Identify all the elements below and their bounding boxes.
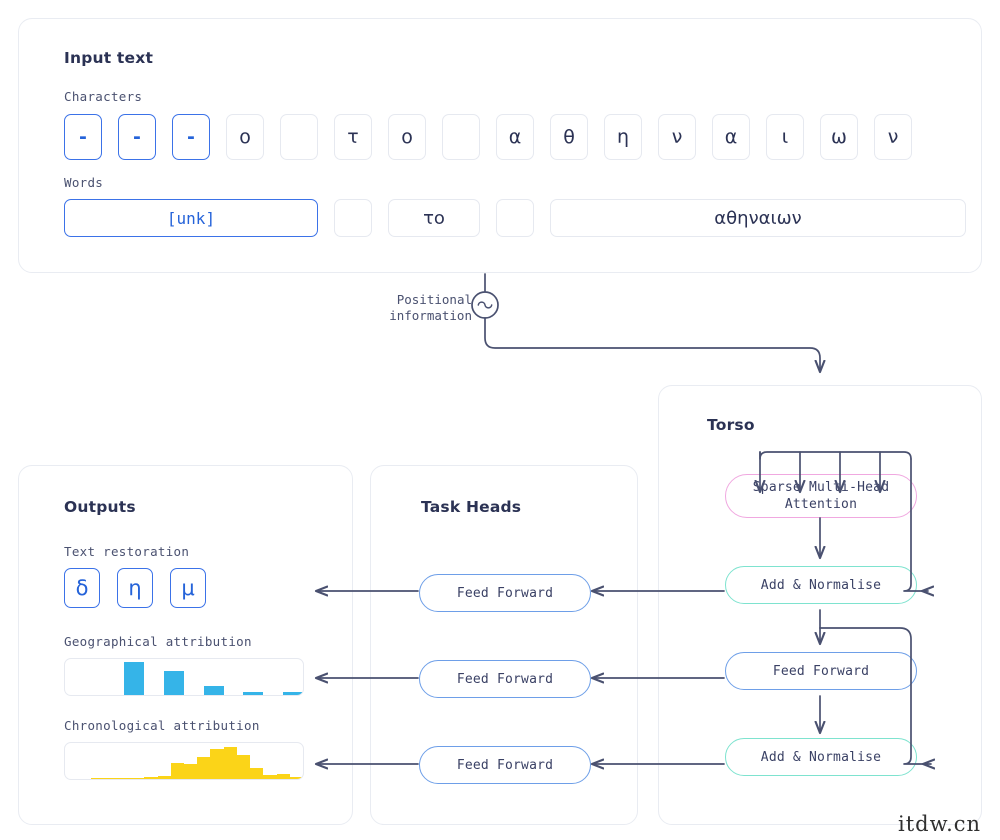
sine-wave-icon [477,301,493,309]
torso-block-sparse-multi-head-attention[interactable]: Sparse Multi-Head Attention [725,474,917,518]
characters-label: Characters [64,89,143,104]
histogram-bar [223,746,237,779]
geographical-attribution-label: Geographical attribution [64,634,252,649]
torso-panel-title: Torso [707,416,755,434]
character-box[interactable]: α [712,114,750,160]
histogram-bar [170,763,184,779]
histogram-bar [144,777,158,779]
character-box[interactable]: η [604,114,642,160]
histogram-bar [276,773,290,779]
torso-panel: Torso Sparse Multi-Head Attention Add & N… [658,385,982,825]
restored-character-box[interactable]: η [117,568,153,608]
word-box[interactable] [334,199,372,237]
chronological-bars [65,743,303,779]
text-restoration-label: Text restoration [64,544,190,559]
geographical-bars [65,659,303,695]
wire-positional-to-torso [484,317,820,372]
task-head-feed-forward-3[interactable]: Feed Forward [419,746,591,784]
positional-information-label: Positional information [352,292,472,324]
word-box[interactable] [496,199,534,237]
outputs-panel-title: Outputs [64,498,136,516]
histogram-bar [243,691,264,695]
watermark: itdw.cn [898,812,982,836]
restored-character-box[interactable]: δ [64,568,100,608]
input-text-panel: Input text Characters ---οτοαθηναιων Wor… [18,18,982,273]
task-head-feed-forward-2[interactable]: Feed Forward [419,660,591,698]
task-head-1-label: Feed Forward [456,585,554,601]
character-box-masked[interactable]: - [172,114,210,160]
geographical-attribution-histogram [64,658,304,696]
word-box[interactable]: αθηναιων [550,199,966,237]
histogram-bar [289,777,303,779]
torso-attention-label: Sparse Multi-Head Attention [752,480,890,512]
character-box[interactable]: ω [820,114,858,160]
character-box-masked[interactable]: - [118,114,156,160]
histogram-bar [263,774,277,779]
histogram-bar [283,691,303,695]
character-box[interactable] [442,114,480,160]
histogram-bar [157,776,171,779]
histogram-bar [203,686,224,695]
positional-info-circle-icon [471,291,499,319]
word-box[interactable]: το [388,199,480,237]
histogram-bar [104,777,118,779]
histogram-bar [91,777,105,779]
task-heads-panel-title: Task Heads [421,498,522,516]
character-box[interactable]: ν [658,114,696,160]
torso-addnorm1-label: Add & Normalise [760,577,882,593]
task-head-2-label: Feed Forward [456,671,554,687]
restored-character-box[interactable]: μ [170,568,206,608]
character-box[interactable]: ν [874,114,912,160]
histogram-bar [131,777,145,779]
character-box[interactable] [280,114,318,160]
character-box[interactable]: θ [550,114,588,160]
positional-label-line1: Positional [396,292,472,307]
histogram-bar [197,756,211,779]
histogram-bar [164,670,184,695]
histogram-bar [236,754,251,779]
input-panel-title: Input text [64,49,154,67]
task-head-feed-forward-1[interactable]: Feed Forward [419,574,591,612]
histogram-bar [250,768,264,779]
histogram-bar [117,777,132,779]
character-box[interactable]: ο [226,114,264,160]
histogram-bar [183,763,198,779]
task-head-3-label: Feed Forward [456,757,554,773]
task-heads-panel: Task Heads Feed Forward Feed Forward Fee… [370,465,638,825]
chronological-attribution-label: Chronological attribution [64,718,260,733]
histogram-bar [124,661,145,695]
chronological-attribution-histogram [64,742,304,780]
character-box-masked[interactable]: - [64,114,102,160]
positional-label-line2: information [389,308,472,323]
words-label: Words [64,175,104,190]
character-box[interactable]: ι [766,114,804,160]
character-box[interactable]: ο [388,114,426,160]
word-box-unknown[interactable]: [unk] [64,199,318,237]
torso-block-feed-forward[interactable]: Feed Forward [725,652,917,690]
torso-addnorm2-label: Add & Normalise [760,749,882,765]
outputs-panel: Outputs Text restoration δημ Geographica… [18,465,353,825]
torso-block-add-normalise-1[interactable]: Add & Normalise [725,566,917,604]
torso-feedforward-label: Feed Forward [772,663,870,679]
character-box[interactable]: α [496,114,534,160]
histogram-bar [210,749,224,779]
torso-block-add-normalise-2[interactable]: Add & Normalise [725,738,917,776]
character-box[interactable]: τ [334,114,372,160]
